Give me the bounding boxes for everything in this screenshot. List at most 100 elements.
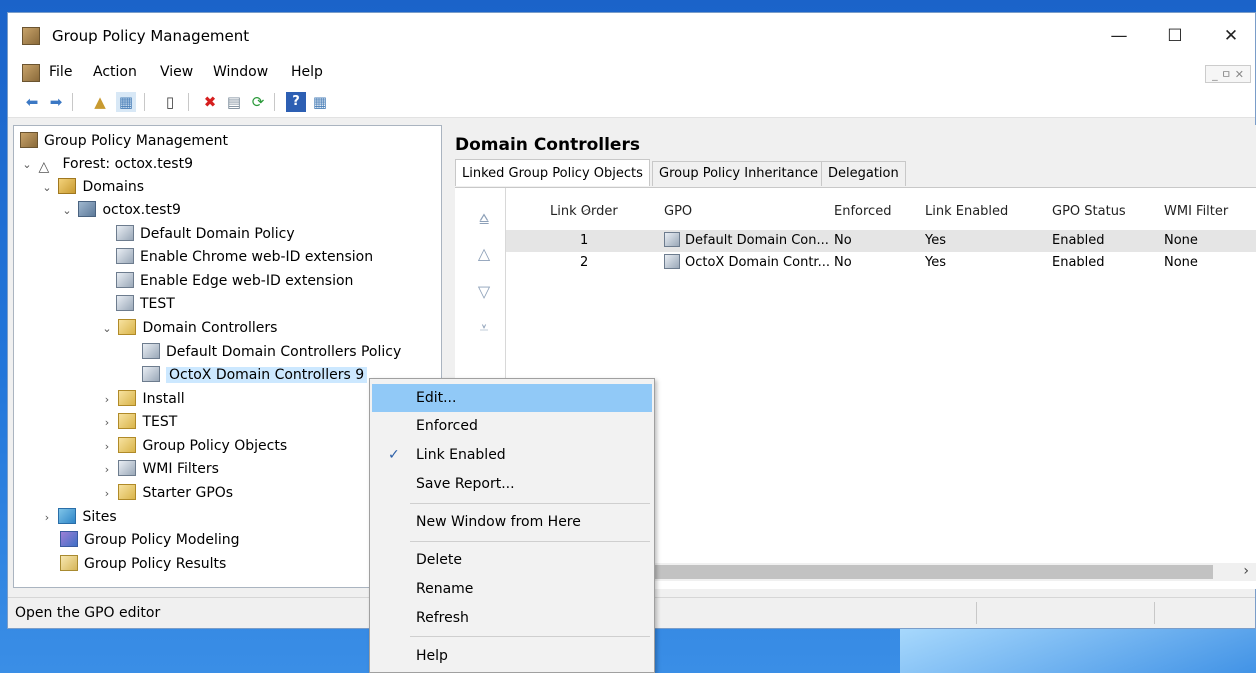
tree-node-gpo-link[interactable]: Default Domain Controllers Policy: [142, 341, 401, 363]
tree-node-gpo-link[interactable]: TEST: [116, 293, 175, 315]
gpo-link-icon: [664, 232, 680, 247]
move-top-icon[interactable]: ⩠: [473, 208, 495, 228]
cell-enforced: No: [834, 255, 852, 270]
menu-item-edit[interactable]: Edit...: [372, 384, 652, 412]
chevron-down-icon[interactable]: ⌄: [60, 200, 74, 222]
cell-wmi-filter: None: [1164, 233, 1198, 248]
tree-node-ou-test[interactable]: › TEST: [100, 411, 177, 433]
chevron-right-icon[interactable]: ›: [100, 459, 114, 481]
wmi-filter-icon: [118, 460, 137, 476]
tab-linked-gpos[interactable]: Linked Group Policy Objects: [455, 159, 650, 186]
forward-arrow-icon[interactable]: ➡: [46, 92, 66, 112]
menu-separator: [410, 541, 650, 542]
chevron-right-icon[interactable]: ›: [40, 507, 54, 529]
system-menu-icon[interactable]: [22, 64, 40, 82]
maximize-button[interactable]: ☐: [1152, 21, 1198, 51]
tree-node-results[interactable]: Group Policy Results: [60, 553, 226, 575]
back-arrow-icon[interactable]: ⬅: [22, 92, 42, 112]
gpo-link-icon: [116, 225, 134, 241]
menu-view[interactable]: View: [160, 64, 193, 80]
up-folder-icon[interactable]: ▲: [90, 92, 110, 112]
chevron-right-icon[interactable]: ›: [100, 412, 114, 434]
column-header-link-order[interactable]: ︿ Link Order: [550, 198, 618, 226]
toolbar-separator: [72, 93, 73, 111]
table-row[interactable]: 2 OctoX Domain Contr... No Yes Enabled N…: [506, 252, 1256, 274]
menu-item-rename[interactable]: Rename: [372, 575, 652, 603]
chevron-down-icon[interactable]: ⌄: [20, 154, 34, 176]
menu-item-save-report[interactable]: Save Report...: [372, 470, 652, 498]
tree-node-gpo-link[interactable]: Enable Edge web-ID extension: [116, 270, 353, 292]
chevron-right-icon[interactable]: ›: [100, 436, 114, 458]
tab-delegation[interactable]: Delegation: [821, 161, 906, 186]
tree-node-forest[interactable]: ⌄ △ Forest: octox.test9: [20, 153, 193, 175]
table-row[interactable]: 1 Default Domain Con... No Yes Enabled N…: [506, 230, 1256, 252]
menu-item-new-window[interactable]: New Window from Here: [372, 508, 652, 536]
clipboard-icon[interactable]: ▯: [160, 92, 180, 112]
menu-item-help[interactable]: Help: [372, 642, 652, 670]
menu-help[interactable]: Help: [291, 64, 323, 80]
close-button[interactable]: ✕: [1208, 21, 1254, 51]
delete-icon[interactable]: ✖: [200, 92, 220, 112]
menu-item-link-enabled[interactable]: ✓ Link Enabled: [372, 441, 652, 469]
toolbar-separator: [188, 93, 189, 111]
tree-node-group-policy-objects[interactable]: › Group Policy Objects: [100, 435, 287, 457]
column-header-gpo[interactable]: GPO: [664, 198, 692, 226]
move-down-icon[interactable]: ▽: [473, 282, 495, 301]
gpm-app-icon: [22, 27, 40, 45]
minimize-button[interactable]: —: [1096, 21, 1142, 51]
tree-node-domains[interactable]: ⌄ Domains: [40, 176, 144, 198]
chevron-right-icon[interactable]: ›: [100, 483, 114, 505]
refresh-icon[interactable]: ⟳: [248, 92, 268, 112]
column-header-enforced[interactable]: Enforced: [834, 198, 891, 226]
column-header-gpo-status[interactable]: GPO Status: [1052, 198, 1126, 226]
chevron-down-icon[interactable]: ⌄: [40, 177, 54, 199]
tree-node-ou-install[interactable]: › Install: [100, 388, 185, 410]
tree-node-sites[interactable]: › Sites: [40, 506, 117, 528]
cell-link-enabled: Yes: [925, 255, 946, 270]
menu-file[interactable]: File: [49, 64, 72, 80]
menu-item-delete[interactable]: Delete: [372, 546, 652, 574]
help-icon[interactable]: ?: [286, 92, 306, 112]
column-header-link-enabled[interactable]: Link Enabled: [925, 198, 1008, 226]
menu-action[interactable]: Action: [93, 64, 137, 80]
gpm-icon: [20, 132, 38, 148]
tree-node-gpo-link[interactable]: Default Domain Policy: [116, 223, 295, 245]
status-divider: [1154, 602, 1155, 624]
scroll-right-icon[interactable]: ›: [1243, 563, 1249, 579]
show-hide-action-pane-icon[interactable]: ▦: [310, 92, 330, 112]
mdi-window-controls[interactable]: _ ㅁ ✕: [1205, 65, 1251, 83]
tab-gp-inheritance[interactable]: Group Policy Inheritance: [652, 161, 825, 186]
move-up-icon[interactable]: △: [473, 244, 495, 263]
tree-node-gpo-link[interactable]: Enable Chrome web-ID extension: [116, 246, 373, 268]
tree-node-modeling[interactable]: Group Policy Modeling: [60, 529, 239, 551]
sites-icon: [58, 508, 77, 524]
menu-separator: [410, 503, 650, 504]
horizontal-scrollbar[interactable]: ›: [607, 563, 1256, 581]
tree-node-gpo-link-selected[interactable]: OctoX Domain Controllers 9: [142, 364, 368, 386]
starter-gpo-icon: [118, 484, 137, 500]
gpo-link-icon: [116, 248, 134, 264]
chevron-right-icon[interactable]: ›: [100, 389, 114, 411]
menu-window[interactable]: Window: [213, 64, 268, 80]
cell-link-order: 2: [580, 255, 589, 270]
menu-item-enforced[interactable]: Enforced: [372, 412, 652, 440]
scrollbar-thumb[interactable]: [607, 565, 1213, 579]
properties-icon[interactable]: ▤: [224, 92, 244, 112]
tree-node-gpm-root[interactable]: Group Policy Management: [20, 130, 228, 152]
tree-node-domain-controllers[interactable]: ⌄ Domain Controllers: [100, 317, 277, 339]
chevron-down-icon[interactable]: ⌄: [100, 318, 114, 340]
modeling-icon: [60, 531, 78, 547]
tree-node-domain[interactable]: ⌄ octox.test9: [60, 199, 181, 221]
move-bottom-icon[interactable]: ⩡: [473, 318, 495, 338]
show-hide-tree-icon[interactable]: ▦: [116, 92, 136, 112]
menu-item-refresh[interactable]: Refresh: [372, 604, 652, 632]
ou-folder-icon: [118, 319, 137, 335]
column-header-wmi-filter[interactable]: WMI Filter: [1164, 198, 1228, 226]
cell-gpo-status: Enabled: [1052, 255, 1105, 270]
tree-node-wmi-filters[interactable]: › WMI Filters: [100, 458, 219, 480]
domains-icon: [58, 178, 77, 194]
results-icon: [60, 555, 78, 571]
status-divider: [976, 602, 977, 624]
tree-node-starter-gpos[interactable]: › Starter GPOs: [100, 482, 233, 504]
status-text: Open the GPO editor: [15, 605, 161, 621]
